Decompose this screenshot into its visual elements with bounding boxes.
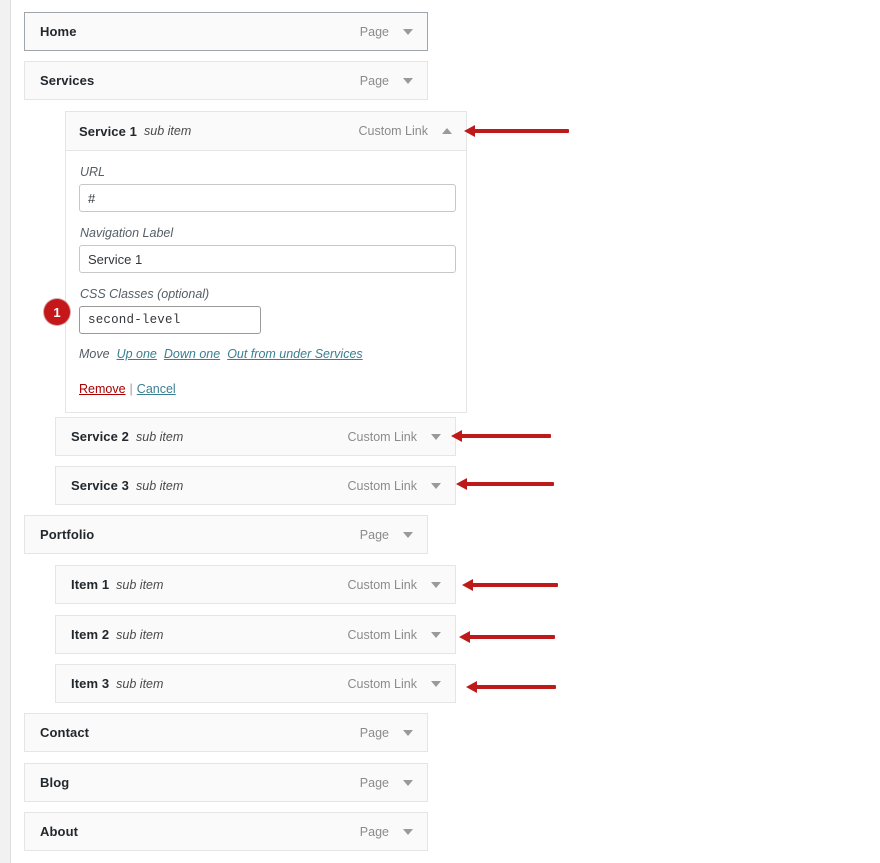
- menu-item-meta: Custom Link: [348, 628, 443, 642]
- menu-item-meta: Page: [360, 25, 415, 39]
- arrow-shaft: [472, 129, 569, 133]
- menu-item-label: Services: [40, 73, 94, 88]
- menu-item-sub-tag: sub item: [116, 578, 163, 592]
- menu-structure-canvas: Home Page Services Page Service 1 sub it…: [11, 0, 880, 863]
- menu-item-row-item-1[interactable]: Item 1 sub item Custom Link: [55, 565, 456, 604]
- chevron-down-icon[interactable]: [431, 579, 443, 591]
- move-up-one-link[interactable]: Up one: [117, 347, 157, 361]
- menu-item-sub-tag: sub item: [136, 430, 183, 444]
- menu-item-label: Home: [40, 24, 77, 39]
- menu-item-meta: Page: [360, 74, 415, 88]
- arrow-shaft: [474, 685, 556, 689]
- menu-item-meta: Page: [360, 528, 415, 542]
- menu-item-type: Page: [360, 74, 389, 88]
- menu-item-label: Contact: [40, 725, 89, 740]
- menu-item-type: Custom Link: [348, 578, 417, 592]
- chevron-down-icon[interactable]: [431, 629, 443, 641]
- menu-item-row-home[interactable]: Home Page: [24, 12, 428, 51]
- menu-item-type: Page: [360, 528, 389, 542]
- menu-item-label: Service 2: [71, 429, 129, 444]
- menu-item-type: Custom Link: [348, 479, 417, 493]
- menu-item-row-service-2[interactable]: Service 2 sub item Custom Link: [55, 417, 456, 456]
- menu-item-type: Custom Link: [348, 677, 417, 691]
- menu-item-settings-body: URL Navigation Label CSS Classes (option…: [66, 151, 466, 412]
- url-input[interactable]: [79, 184, 456, 212]
- menu-item-label: Item 2: [71, 627, 109, 642]
- menu-item-meta: Page: [360, 825, 415, 839]
- move-label: Move: [79, 347, 110, 361]
- arrow-shaft: [464, 482, 554, 486]
- menu-item-label: Blog: [40, 775, 69, 790]
- menu-item-label: Item 3: [71, 676, 109, 691]
- menu-item-row-about[interactable]: About Page: [24, 812, 428, 851]
- navigation-label-field-label: Navigation Label: [80, 226, 453, 240]
- chevron-down-icon[interactable]: [431, 480, 443, 492]
- menu-item-label: About: [40, 824, 78, 839]
- css-classes-input[interactable]: [79, 306, 261, 334]
- menu-item-meta: Custom Link: [348, 677, 443, 691]
- annotation-arrow-item-2: [459, 631, 555, 643]
- menu-item-label: Item 1: [71, 577, 109, 592]
- menu-item-type: Page: [360, 825, 389, 839]
- menu-item-sub-tag: sub item: [116, 628, 163, 642]
- annotation-arrow-service-3: [456, 478, 554, 490]
- menu-item-type: Page: [360, 726, 389, 740]
- menu-item-type: Custom Link: [348, 628, 417, 642]
- css-classes-field-label: CSS Classes (optional): [80, 287, 453, 301]
- chevron-down-icon[interactable]: [403, 826, 415, 838]
- menu-item-sub-tag: sub item: [136, 479, 183, 493]
- menu-item-row-blog[interactable]: Blog Page: [24, 763, 428, 802]
- menu-item-label: Service 1: [79, 124, 137, 139]
- chevron-down-icon[interactable]: [403, 777, 415, 789]
- annotation-arrow-item-3: [466, 681, 556, 693]
- menu-item-meta: Custom Link: [348, 430, 443, 444]
- actions-separator: |: [130, 382, 133, 396]
- menu-item-meta: Page: [360, 776, 415, 790]
- menu-item-meta: Custom Link: [359, 124, 454, 138]
- menu-item-meta: Custom Link: [348, 578, 443, 592]
- chevron-down-icon[interactable]: [431, 431, 443, 443]
- chevron-down-icon[interactable]: [403, 26, 415, 38]
- navigation-label-input[interactable]: [79, 245, 456, 273]
- annotation-arrow-service-1: [464, 125, 569, 137]
- menu-item-type: Page: [360, 25, 389, 39]
- remove-link[interactable]: Remove: [79, 382, 126, 396]
- menu-item-actions-row: Remove | Cancel: [79, 382, 453, 396]
- menu-item-row-service-1[interactable]: Service 1 sub item Custom Link: [66, 112, 466, 151]
- cancel-link[interactable]: Cancel: [137, 382, 176, 396]
- menu-item-type: Custom Link: [359, 124, 428, 138]
- menu-item-row-service-3[interactable]: Service 3 sub item Custom Link: [55, 466, 456, 505]
- menu-item-meta: Page: [360, 726, 415, 740]
- menu-item-label: Service 3: [71, 478, 129, 493]
- menu-item-row-services[interactable]: Services Page: [24, 61, 428, 100]
- menu-item-sub-tag: sub item: [144, 124, 191, 138]
- menu-item-row-item-2[interactable]: Item 2 sub item Custom Link: [55, 615, 456, 654]
- move-down-one-link[interactable]: Down one: [164, 347, 220, 361]
- chevron-down-icon[interactable]: [431, 678, 443, 690]
- move-out-from-under-link[interactable]: Out from under Services: [227, 347, 362, 361]
- move-links-row: Move Up one Down one Out from under Service…: [79, 347, 453, 361]
- left-gutter-strip: [0, 0, 11, 863]
- menu-item-label: Portfolio: [40, 527, 94, 542]
- arrow-shaft: [470, 583, 558, 587]
- menu-item-meta: Custom Link: [348, 479, 443, 493]
- arrow-shaft: [467, 635, 555, 639]
- annotation-arrow-service-2: [451, 430, 551, 442]
- chevron-down-icon[interactable]: [403, 529, 415, 541]
- menu-item-sub-tag: sub item: [116, 677, 163, 691]
- menu-item-row-item-3[interactable]: Item 3 sub item Custom Link: [55, 664, 456, 703]
- annotation-badge-1: 1: [44, 299, 70, 325]
- menu-item-type: Custom Link: [348, 430, 417, 444]
- arrow-shaft: [459, 434, 551, 438]
- menu-item-type: Page: [360, 776, 389, 790]
- chevron-up-icon[interactable]: [442, 125, 454, 137]
- chevron-down-icon[interactable]: [403, 727, 415, 739]
- menu-item-row-portfolio[interactable]: Portfolio Page: [24, 515, 428, 554]
- menu-item-row-contact[interactable]: Contact Page: [24, 713, 428, 752]
- annotation-arrow-item-1: [462, 579, 558, 591]
- url-field-label: URL: [80, 165, 453, 179]
- chevron-down-icon[interactable]: [403, 75, 415, 87]
- menu-item-edit-panel-service-1: Service 1 sub item Custom Link URL Navig…: [65, 111, 467, 413]
